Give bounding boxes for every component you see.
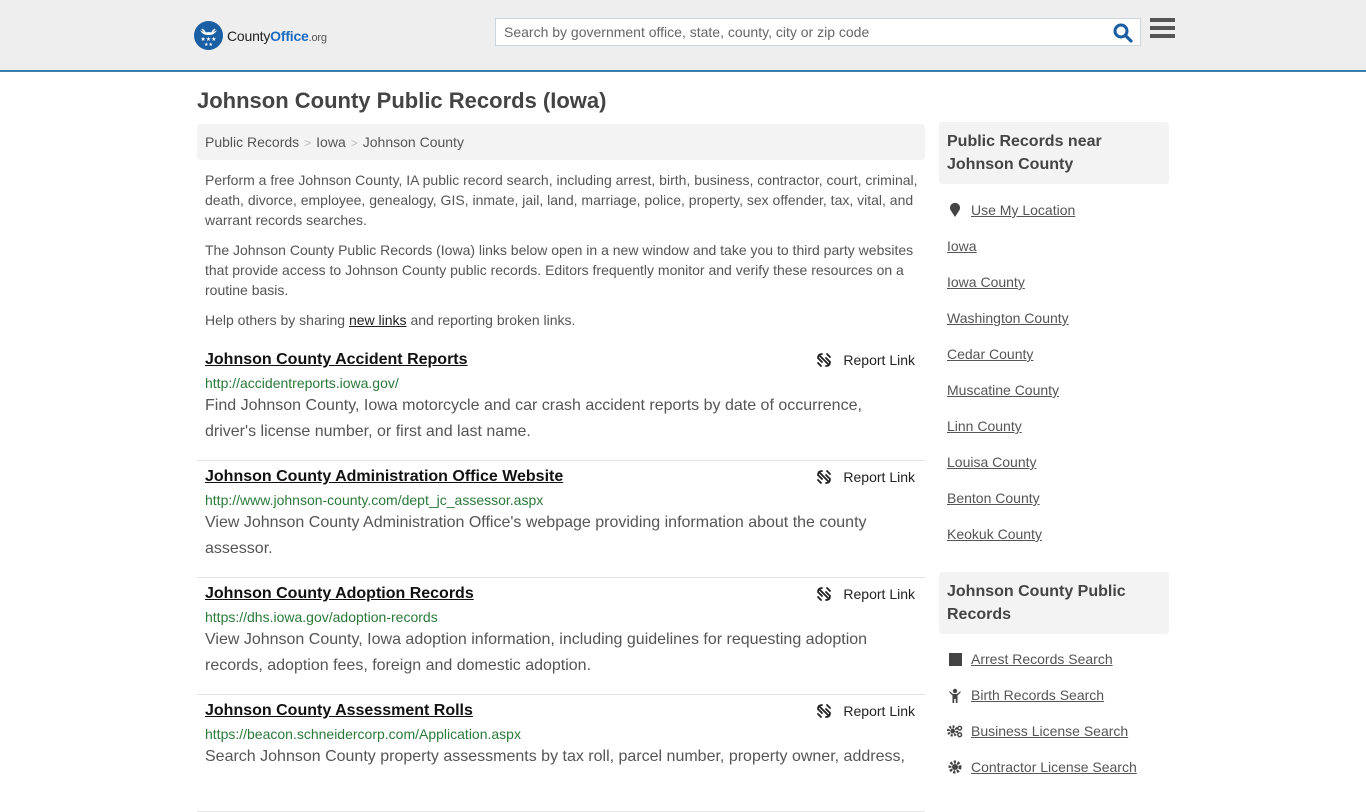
record-item: Johnson County Assessment Rolls Report L… <box>197 695 925 812</box>
records-list: Johnson County Accident Reports Report L… <box>197 344 925 812</box>
search-input[interactable] <box>496 19 1106 45</box>
record-description: Find Johnson County, Iowa motorcycle and… <box>205 397 862 440</box>
report-link-button[interactable]: Report Link <box>816 469 915 485</box>
nearby-link-washington-county[interactable]: Washington County <box>947 310 1069 326</box>
record-item: Johnson County Adoption Records Report L… <box>197 578 925 695</box>
search-button[interactable] <box>1112 22 1134 44</box>
breadcrumb: Public Records > Iowa > Johnson County <box>197 124 925 160</box>
logo-text: CountyOffice.org <box>227 27 327 44</box>
gear-icon <box>947 759 963 775</box>
record-url: https://beacon.schneidercorp.com/Applica… <box>205 726 521 742</box>
record-item: Johnson County Accident Reports Report L… <box>197 344 925 461</box>
record-description: Search Johnson County property assessmen… <box>205 748 905 765</box>
record-description: View Johnson County Administration Offic… <box>205 514 867 557</box>
report-link-button[interactable]: Report Link <box>816 352 915 368</box>
broken-link-icon <box>817 470 832 484</box>
breadcrumb-current: Johnson County <box>362 134 464 150</box>
page-title: Johnson County Public Records (Iowa) <box>197 88 607 113</box>
contractor-license-link[interactable]: Contractor License Search <box>971 759 1137 775</box>
birth-records-link[interactable]: Birth Records Search <box>971 687 1104 703</box>
nearby-link-louisa-county[interactable]: Louisa County <box>947 454 1037 470</box>
arrest-records-link[interactable]: Arrest Records Search <box>971 651 1113 667</box>
record-title-link[interactable]: Johnson County Assessment Rolls <box>205 701 473 721</box>
breadcrumb-public-records[interactable]: Public Records <box>205 134 299 150</box>
county-records-list: Arrest Records Search Birth Records Sear… <box>947 641 1167 785</box>
intro-text: Perform a free Johnson County, IA public… <box>205 170 920 340</box>
share-links-paragraph: Help others by sharing new links and rep… <box>205 312 576 328</box>
broken-link-icon <box>817 353 832 367</box>
report-link-button[interactable]: Report Link <box>816 703 915 719</box>
nearby-link-cedar-county[interactable]: Cedar County <box>947 346 1033 362</box>
record-url: http://accidentreports.iowa.gov/ <box>205 375 399 391</box>
gears-icon <box>947 723 963 739</box>
eagle-stars-logo-icon: ★★★ ★★ <box>194 21 223 50</box>
nearby-link-iowa-county[interactable]: Iowa County <box>947 274 1025 290</box>
intro-paragraph: Perform a free Johnson County, IA public… <box>205 172 918 228</box>
map-marker-icon <box>947 202 963 218</box>
nearby-link-keokuk-county[interactable]: Keokuk County <box>947 526 1042 542</box>
record-title-link[interactable]: Johnson County Administration Office Web… <box>205 467 563 487</box>
county-records-heading: Johnson County Public Records <box>939 572 1169 634</box>
nearby-link-muscatine-county[interactable]: Muscatine County <box>947 382 1059 398</box>
square-icon <box>947 651 963 667</box>
site-logo[interactable]: ★★★ ★★ CountyOffice.org <box>194 21 327 50</box>
search-icon <box>1113 23 1133 43</box>
use-my-location-link[interactable]: Use My Location <box>971 202 1075 218</box>
nearby-records-heading: Public Records near Johnson County <box>939 122 1169 184</box>
record-item: Johnson County Administration Office Web… <box>197 461 925 578</box>
record-url: https://dhs.iowa.gov/adoption-records <box>205 609 438 625</box>
nearby-records-list: Use My Location Iowa Iowa County Washing… <box>947 192 1167 552</box>
record-description: View Johnson County, Iowa adoption infor… <box>205 631 868 674</box>
report-link-button[interactable]: Report Link <box>816 586 915 602</box>
nearby-link-linn-county[interactable]: Linn County <box>947 418 1022 434</box>
broken-link-icon <box>817 704 832 718</box>
breadcrumb-separator: > <box>304 136 312 150</box>
hamburger-menu-icon <box>1150 18 1175 22</box>
site-header: ★★★ ★★ CountyOffice.org <box>0 0 1366 72</box>
use-location-item: Use My Location <box>947 192 1167 228</box>
search-box <box>495 18 1141 46</box>
nearby-link-iowa[interactable]: Iowa <box>947 238 977 254</box>
record-url: http://www.johnson-county.com/dept_jc_as… <box>205 492 544 508</box>
breadcrumb-separator: > <box>350 136 358 150</box>
nearby-link-benton-county[interactable]: Benton County <box>947 490 1040 506</box>
hamburger-menu-button[interactable] <box>1150 18 1175 42</box>
child-icon <box>947 687 963 703</box>
record-title-link[interactable]: Johnson County Accident Reports <box>205 350 468 370</box>
new-links-link[interactable]: new links <box>349 312 407 328</box>
record-title-link[interactable]: Johnson County Adoption Records <box>205 584 474 604</box>
broken-link-icon <box>817 587 832 601</box>
business-license-link[interactable]: Business License Search <box>971 723 1128 739</box>
svg-text:★★: ★★ <box>204 42 213 48</box>
breadcrumb-iowa[interactable]: Iowa <box>316 134 346 150</box>
intro-paragraph: The Johnson County Public Records (Iowa)… <box>205 242 914 298</box>
